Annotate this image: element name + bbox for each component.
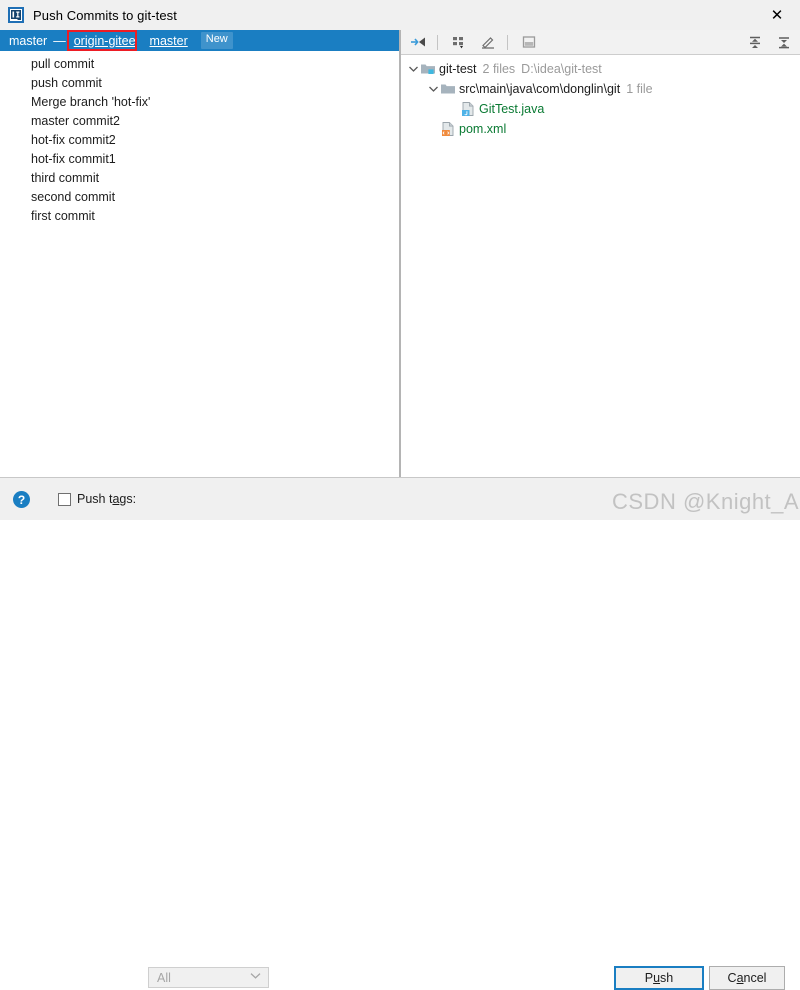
- dialog-button-bar: ? Push tags: All Pu sh Ca ncel: [0, 477, 800, 990]
- cancel-button-label-pre: C: [727, 971, 737, 985]
- toolbar-separator-1: [437, 34, 438, 50]
- tree-item-label: pom.xml: [459, 122, 507, 136]
- push-button-mnemonic: u: [653, 971, 661, 985]
- commit-row[interactable]: pull commit: [0, 54, 399, 73]
- push-button[interactable]: Pu sh: [614, 966, 704, 990]
- tree-row[interactable]: git-test 2 files D:\idea\git-test: [401, 59, 800, 79]
- file-tree-toolbar-right: [738, 30, 796, 55]
- edit-source-icon[interactable]: [475, 31, 500, 53]
- push-tags-select[interactable]: All: [148, 967, 269, 988]
- commit-message: third commit: [31, 170, 100, 185]
- push-tags-label-pre: Push t: [77, 492, 113, 506]
- intellij-idea-icon: [8, 7, 24, 23]
- chevron-down-icon[interactable]: [427, 83, 440, 96]
- toolbar-separator-2: [507, 34, 508, 50]
- tree-item-file-count: 1 file: [626, 82, 653, 96]
- tree-item-path: D:\idea\git-test: [521, 62, 602, 76]
- window-title-bar: Push Commits to git-test ✕: [0, 0, 800, 30]
- remote-selector-highlight: origin-gitee: [66, 30, 139, 51]
- commit-row[interactable]: master commit2: [0, 111, 399, 130]
- commit-message: hot-fix commit2: [31, 132, 116, 147]
- branch-selector-bar: master — origin-gitee master New: [0, 30, 399, 51]
- tree-row[interactable]: src\main\java\com\donglin\git 1 file: [401, 79, 800, 99]
- chevron-down-icon: [250, 972, 261, 983]
- close-icon[interactable]: ✕: [754, 0, 800, 30]
- help-icon[interactable]: ?: [13, 491, 30, 508]
- cancel-button-mnemonic: a: [736, 971, 744, 985]
- commit-message: pull commit: [31, 56, 95, 71]
- tree-item-file-count: 2 files: [482, 62, 516, 76]
- branch-separator: —: [53, 33, 66, 48]
- remote-name-link[interactable]: origin-gitee: [74, 34, 136, 48]
- folder-icon: [440, 81, 456, 97]
- commit-row[interactable]: third commit: [0, 168, 399, 187]
- commit-message: push commit: [31, 75, 102, 90]
- push-button-label-post: sh: [660, 971, 674, 985]
- push-tags-checkbox[interactable]: [58, 492, 71, 506]
- local-branch-label: master: [9, 33, 48, 48]
- cancel-button[interactable]: Ca ncel: [709, 966, 785, 990]
- collapse-all-icon[interactable]: [771, 32, 796, 54]
- commits-pane: master — origin-gitee master New pull co…: [0, 30, 399, 477]
- expand-all-icon[interactable]: [742, 32, 767, 54]
- commit-row[interactable]: hot-fix commit2: [0, 130, 399, 149]
- group-by-icon[interactable]: [446, 31, 471, 53]
- chevron-down-icon[interactable]: [407, 63, 420, 76]
- xml-file-icon: [440, 121, 456, 137]
- file-tree-toolbar: [401, 30, 800, 55]
- java-file-icon: [460, 101, 476, 117]
- push-tags-label-post: gs:: [119, 492, 137, 506]
- changed-files-pane: git-test 2 files D:\idea\git-test src\main\…: [401, 30, 800, 477]
- new-branch-badge: New: [200, 32, 233, 49]
- tree-row[interactable]: pom.xml: [401, 119, 800, 139]
- tree-row[interactable]: GitTest.java: [401, 99, 800, 119]
- commit-row[interactable]: Merge branch 'hot-fix': [0, 92, 399, 111]
- changed-files-tree[interactable]: git-test 2 files D:\idea\git-test src\main\…: [401, 56, 800, 139]
- commit-message: first commit: [31, 208, 95, 223]
- commit-row[interactable]: first commit: [0, 206, 399, 225]
- commit-row[interactable]: second commit: [0, 187, 399, 206]
- push-button-label-pre: P: [644, 971, 654, 985]
- preview-diff-icon[interactable]: [516, 31, 541, 53]
- window-title: Push Commits to git-test: [33, 7, 177, 23]
- commit-message: hot-fix commit1: [31, 151, 116, 166]
- commit-list[interactable]: pull commit push commit Merge branch 'hot-…: [0, 51, 399, 225]
- push-tags-label: Push tags:: [77, 492, 136, 506]
- tree-item-label: src\main\java\com\donglin\git: [459, 82, 621, 96]
- cancel-button-label-post: ncel: [743, 971, 767, 985]
- tree-item-label: GitTest.java: [479, 102, 545, 116]
- commit-row[interactable]: push commit: [0, 73, 399, 92]
- dialog-content: master — origin-gitee master New pull co…: [0, 30, 800, 477]
- commit-row[interactable]: hot-fix commit1: [0, 149, 399, 168]
- module-folder-icon: [420, 61, 436, 77]
- tree-item-label: git-test: [439, 62, 477, 76]
- push-tags-select-value: All: [157, 970, 171, 985]
- commit-message: second commit: [31, 189, 116, 204]
- push-tags-option[interactable]: Push tags:: [58, 492, 136, 506]
- remote-branch-link[interactable]: master: [150, 34, 188, 48]
- commit-message: Merge branch 'hot-fix': [31, 94, 151, 109]
- expand-collapse-icon[interactable]: [405, 31, 430, 53]
- commit-message: master commit2: [31, 113, 120, 128]
